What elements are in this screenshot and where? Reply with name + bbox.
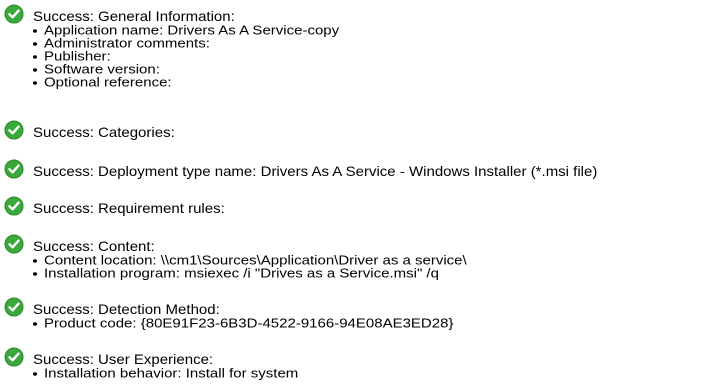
- list-item-content-location: Content location: \\cm1\Sources\Applicat…: [0, 254, 467, 267]
- list-item-publisher: Publisher:: [0, 50, 339, 63]
- section-general-information: Success: General Information: Applicatio…: [0, 4, 339, 91]
- section-heading: Success: Requirement rules:: [33, 201, 225, 217]
- list-item-installation-behavior: Installation behavior: Install for syste…: [0, 367, 298, 380]
- list-item-product-code: Product code: {80E91F23-6B3D-4522-9166-9…: [0, 317, 453, 330]
- success-check-icon: [4, 196, 24, 216]
- success-check-icon: [4, 4, 24, 24]
- section-heading: Success: Deployment type name: Drivers A…: [33, 164, 598, 180]
- list-item-optional-reference: Optional reference:: [0, 76, 339, 89]
- section-user-experience: Success: User Experience: Installation b…: [0, 347, 298, 382]
- detail-list: Product code: {80E91F23-6B3D-4522-9166-9…: [0, 317, 453, 331]
- success-check-icon: [4, 347, 24, 367]
- success-check-icon: [4, 159, 24, 179]
- success-check-icon: [4, 234, 24, 254]
- section-heading: Success: Content:: [33, 239, 155, 255]
- list-item-installation-program: Installation program: msiexec /i "Drives…: [0, 267, 467, 280]
- section-heading: Success: General Information:: [33, 9, 235, 25]
- detail-list: Content location: \\cm1\Sources\Applicat…: [0, 254, 467, 281]
- list-item-software-version: Software version:: [0, 63, 339, 76]
- section-heading: Success: User Experience:: [33, 352, 214, 368]
- detail-list: Installation behavior: Install for syste…: [0, 367, 298, 381]
- summary-results-panel: Success: General Information: Applicatio…: [0, 0, 712, 389]
- list-item-application-name: Application name: Drivers As A Service-c…: [0, 24, 339, 37]
- detail-list: Application name: Drivers As A Service-c…: [0, 24, 339, 90]
- section-content: Success: Content: Content location: \\cm…: [0, 234, 467, 282]
- section-heading: Success: Detection Method:: [33, 302, 220, 318]
- section-detection-method: Success: Detection Method: Product code:…: [0, 297, 453, 332]
- success-check-icon: [4, 120, 24, 140]
- section-heading: Success: Categories:: [33, 125, 175, 141]
- list-item-administrator-comments: Administrator comments:: [0, 37, 339, 50]
- success-check-icon: [4, 297, 24, 317]
